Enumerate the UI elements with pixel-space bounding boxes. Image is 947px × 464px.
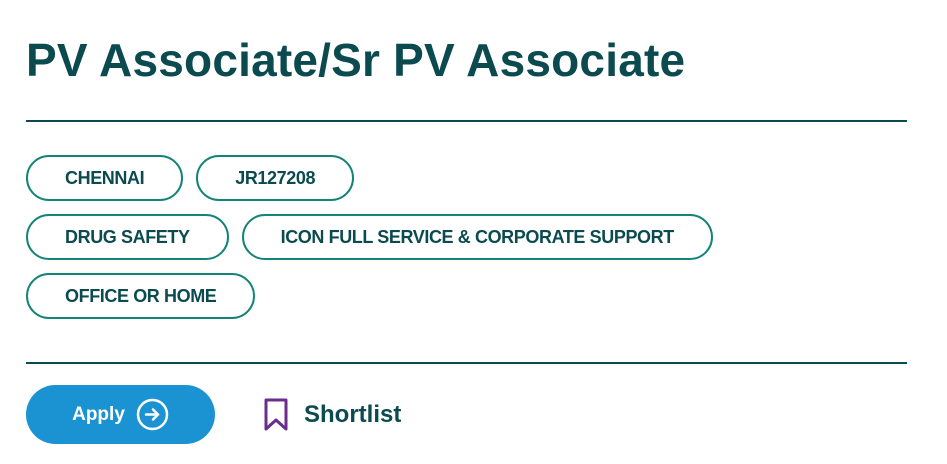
bookmark-icon: [262, 397, 290, 433]
tag-business-unit[interactable]: ICON FULL SERVICE & CORPORATE SUPPORT: [241, 214, 713, 260]
tag-work-mode[interactable]: OFFICE OR HOME: [26, 273, 256, 319]
tag-row: DRUG SAFETY ICON FULL SERVICE & CORPORAT…: [26, 214, 713, 260]
job-tags: CHENNAI JR127208 DRUG SAFETY ICON FULL S…: [26, 155, 713, 332]
shortlist-button[interactable]: Shortlist: [262, 395, 401, 435]
tag-location[interactable]: CHENNAI: [26, 155, 184, 201]
shortlist-label: Shortlist: [304, 401, 402, 428]
arrow-circle-right-icon: [136, 398, 169, 431]
tag-row: OFFICE OR HOME: [26, 273, 713, 319]
apply-button-label: Apply: [72, 403, 125, 425]
bottom-divider: [26, 362, 907, 364]
page-title: PV Associate/Sr PV Associate: [26, 34, 686, 86]
apply-button[interactable]: Apply: [26, 385, 215, 444]
tag-category[interactable]: DRUG SAFETY: [26, 214, 229, 260]
top-divider: [26, 120, 907, 122]
tag-job-id[interactable]: JR127208: [196, 155, 355, 201]
tag-row: CHENNAI JR127208: [26, 155, 713, 201]
